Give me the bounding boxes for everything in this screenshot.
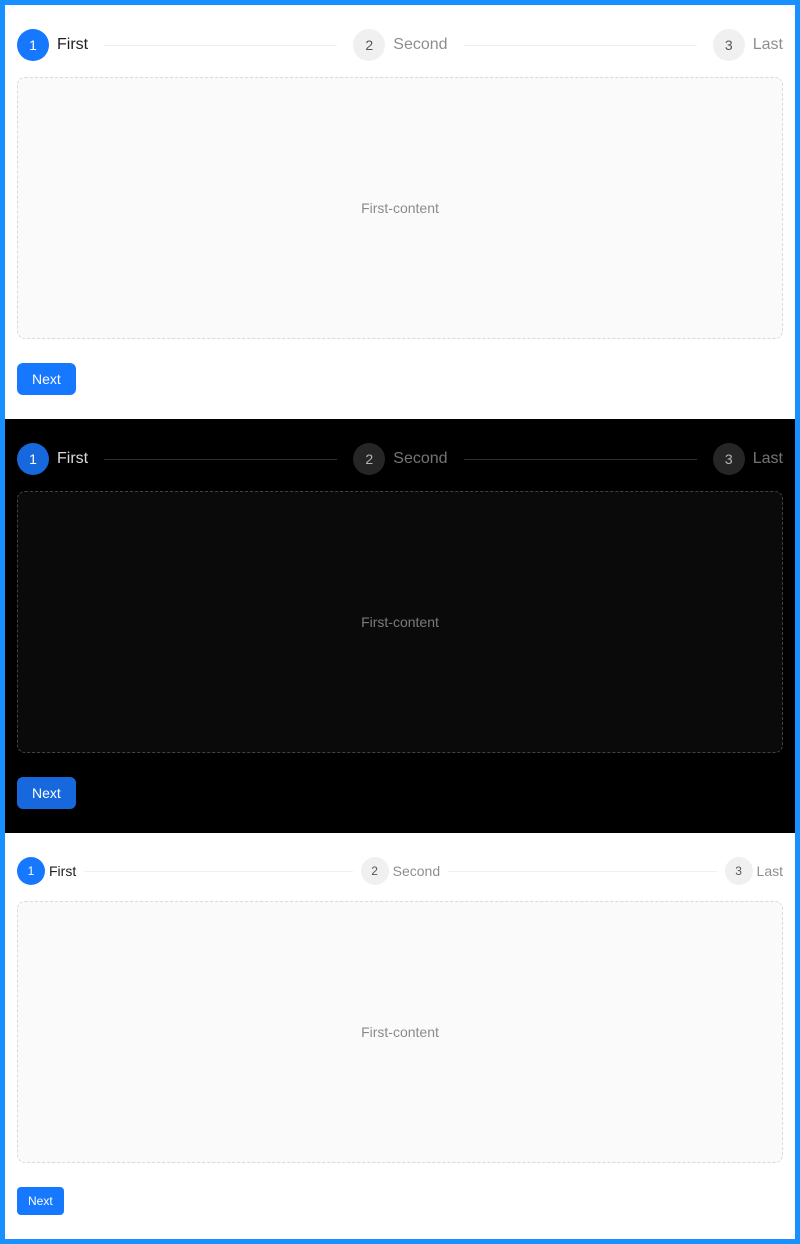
step-number-badge: 1 — [17, 857, 45, 885]
step-connector — [463, 458, 697, 460]
step-title: Second — [393, 36, 448, 53]
step-connector — [104, 44, 338, 46]
step-second[interactable]: 2 Second — [353, 443, 448, 475]
step-content: First-content — [17, 901, 783, 1163]
step-connector — [448, 870, 717, 872]
step-title: Second — [392, 863, 441, 879]
step-second[interactable]: 2 Second — [360, 857, 441, 885]
demo-frame: 1 First 2 Second 3 Last First-content Ne… — [5, 5, 795, 1239]
step-title: First — [57, 450, 89, 467]
next-button[interactable]: Next — [17, 363, 76, 395]
step-first[interactable]: 1 First — [17, 29, 88, 61]
step-first[interactable]: 1 First — [17, 857, 76, 885]
step-last[interactable]: 3 Last — [712, 29, 783, 61]
step-connector — [104, 458, 338, 460]
step-number-badge: 1 — [17, 29, 49, 61]
step-last[interactable]: 3 Last — [712, 443, 783, 475]
steps-demo-small: 1 First 2 Second 3 Last First-content Ne… — [5, 833, 795, 1239]
step-number-badge: 3 — [712, 29, 745, 61]
step-content: First-content — [17, 77, 783, 339]
step-connector — [463, 44, 697, 46]
step-connector — [84, 870, 353, 872]
step-title: Last — [752, 36, 783, 53]
step-number-badge: 2 — [360, 857, 389, 885]
steps-bar: 1 First 2 Second 3 Last — [17, 443, 783, 475]
step-title: Second — [393, 450, 448, 467]
steps-demo-dark: 1 First 2 Second 3 Last First-content Ne… — [5, 419, 795, 833]
step-number-badge: 2 — [353, 29, 386, 61]
steps-bar: 1 First 2 Second 3 Last — [17, 857, 783, 885]
step-number-badge: 3 — [712, 443, 745, 475]
step-second[interactable]: 2 Second — [353, 29, 448, 61]
step-title: First — [57, 36, 89, 53]
next-button[interactable]: Next — [17, 1187, 64, 1215]
step-number-badge: 2 — [353, 443, 386, 475]
step-content: First-content — [17, 491, 783, 753]
step-number-badge: 3 — [724, 857, 753, 885]
step-first[interactable]: 1 First — [17, 443, 88, 475]
step-title: First — [49, 863, 77, 879]
step-number-badge: 1 — [17, 443, 49, 475]
step-title: Last — [752, 450, 783, 467]
step-title: Last — [756, 863, 784, 879]
steps-demo-light: 1 First 2 Second 3 Last First-content Ne… — [5, 5, 795, 419]
next-button[interactable]: Next — [17, 777, 76, 809]
steps-bar: 1 First 2 Second 3 Last — [17, 29, 783, 61]
step-last[interactable]: 3 Last — [724, 857, 784, 885]
